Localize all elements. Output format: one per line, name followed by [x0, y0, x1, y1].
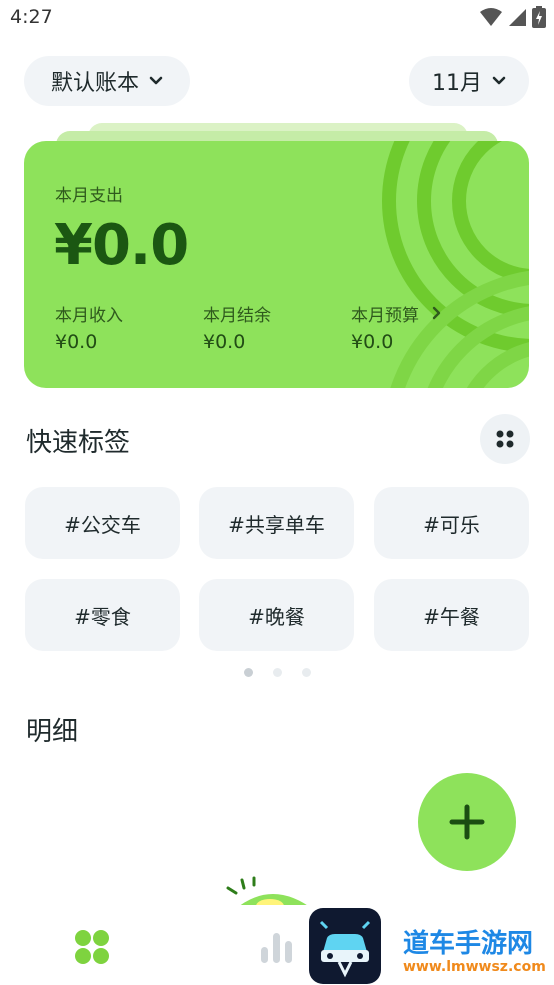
account-book-selector[interactable]: 默认账本 [24, 56, 190, 106]
balance-label: 本月结余 [203, 306, 271, 326]
bar-chart-icon [261, 933, 292, 963]
quick-tag[interactable]: #晚餐 [199, 579, 354, 651]
month-selector[interactable]: 11月 [409, 56, 529, 106]
expense-value: ¥0.0 [54, 213, 189, 278]
monthly-summary-card[interactable]: 本月支出 ¥0.0 本月收入 ¥0.0 本月结余 ¥0.0 本月预算 ¥0.0 [24, 141, 529, 388]
chevron-down-icon [492, 76, 506, 85]
quick-tag[interactable]: #共享单车 [199, 487, 354, 559]
wifi-icon [480, 8, 502, 26]
balance-value: ¥0.0 [203, 331, 246, 353]
nav-statistics[interactable] [260, 929, 294, 969]
income-label: 本月收入 [55, 306, 123, 326]
plus-icon [449, 804, 485, 840]
four-dots-icon [496, 430, 514, 448]
expense-label: 本月支出 [55, 186, 123, 206]
nav-home[interactable] [74, 929, 110, 969]
watermark-url: www.lmwwsz.com [403, 959, 546, 975]
add-record-button[interactable] [418, 773, 516, 871]
watermark-logo [309, 908, 381, 984]
chevron-right-icon[interactable] [432, 306, 442, 320]
page-dot [273, 668, 282, 677]
quick-tag[interactable]: #可乐 [374, 487, 529, 559]
details-title: 明细 [26, 717, 79, 747]
budget-label[interactable]: 本月预算 [351, 301, 419, 326]
income-value: ¥0.0 [55, 331, 98, 353]
page-dot [244, 668, 253, 677]
quick-tags-title: 快速标签 [26, 428, 131, 458]
tag-page-indicator [244, 668, 311, 677]
manage-tags-button[interactable] [480, 414, 530, 464]
four-dots-grid-icon [75, 930, 109, 964]
signal-icon [509, 9, 526, 26]
quick-tag[interactable]: #公交车 [25, 487, 180, 559]
quick-tag[interactable]: #零食 [25, 579, 180, 651]
chevron-down-icon [149, 76, 163, 85]
page-dot [302, 668, 311, 677]
site-watermark: 道车手游网 www.lmwwsz.com [308, 907, 554, 985]
month-label: 11月 [432, 71, 482, 96]
status-time: 4:27 [10, 6, 53, 28]
status-bar: 4:27 [0, 0, 554, 38]
account-book-label: 默认账本 [50, 71, 139, 96]
watermark-title: 道车手游网 [403, 929, 534, 959]
quick-tag[interactable]: #午餐 [374, 579, 529, 651]
battery-icon [532, 6, 546, 28]
budget-value: ¥0.0 [351, 331, 394, 353]
status-icons [480, 6, 546, 28]
